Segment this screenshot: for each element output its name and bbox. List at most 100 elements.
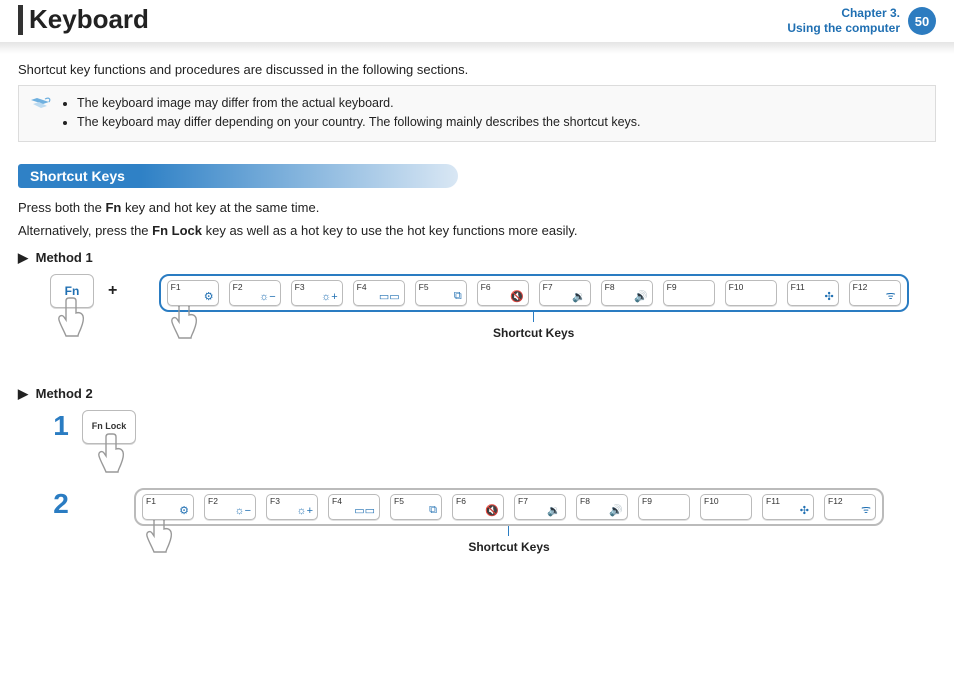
header-divider: [0, 42, 954, 54]
fkey-icon: ☼−: [234, 505, 251, 517]
fkey-f8: F8🔊: [576, 494, 628, 520]
chapter-label: Chapter 3. Using the computer: [787, 6, 900, 36]
fkey-f12: F12 ᯤ: [849, 280, 901, 306]
method1-text: Method 1: [36, 250, 93, 265]
shortcut-keys-caption: Shortcut Keys: [468, 540, 549, 554]
fkey-label: F7: [543, 282, 553, 292]
fkey-label: F4: [357, 282, 367, 292]
caption-tick: [533, 312, 534, 322]
fkey-icon: 🔇: [510, 290, 524, 303]
arrow-icon: ▶: [18, 386, 28, 401]
fkey-icon: ᯤ: [861, 502, 871, 517]
method1-label: ▶ Method 1: [18, 250, 936, 266]
note-box: The keyboard image may differ from the a…: [18, 85, 936, 142]
fkey-icon: 🔉: [547, 504, 561, 517]
intro-text: Shortcut key functions and procedures ar…: [18, 62, 936, 77]
fkey-icon: ☼+: [296, 505, 313, 517]
fkey-label: F11: [766, 496, 780, 506]
fkey-f11: F11✣: [762, 494, 814, 520]
fkey-strip-method1: F1 ⚙ F2☼− F3 ☼+ F4▭▭ F5⧉ F6 🔇 F7 🔉 F8 🔊 F9 F10 F11 ✣ F12 ᯤ: [159, 274, 909, 312]
fnlock-block: Fn Lock: [82, 410, 136, 444]
note-item: The keyboard may differ depending on you…: [77, 113, 641, 132]
fkey-label: F12: [828, 496, 843, 506]
fkey-label: F8: [605, 282, 615, 292]
chapter-line1: Chapter 3.: [787, 6, 900, 21]
fkey-label: F1: [146, 496, 156, 506]
shortcut-keys-caption: Shortcut Keys: [493, 326, 574, 340]
fkey-label: F12: [853, 282, 868, 292]
fkey-f10: F10: [725, 280, 777, 306]
caption-wrap: Shortcut Keys: [493, 312, 574, 340]
fkey-label: F5: [394, 496, 404, 506]
text: key and hot key at the same time.: [121, 200, 319, 215]
fkey-f1: F1 ⚙: [167, 280, 219, 306]
header-left: Keyboard: [18, 4, 149, 35]
header-right: Chapter 3. Using the computer 50: [787, 4, 936, 36]
fkey-f3: F3 ☼+: [266, 494, 318, 520]
fkey-label: F6: [456, 496, 466, 506]
fkey-label: F6: [481, 282, 491, 292]
fkey-strip-method2: F1⚙F2☼−F3☼+F4▭▭F5⧉F6🔇F7🔉F8🔊F9F10F11✣F12ᯤ: [134, 488, 884, 526]
fkey-icon: ⧉: [429, 504, 437, 517]
method2-strip-area: F1⚙F2☼−F3☼+F4▭▭F5⧉F6🔇F7🔉F8🔊F9F10F11✣F12ᯤ…: [82, 488, 936, 554]
step-number-2: 2: [46, 488, 76, 520]
fkey-f12: F12 ᯤ: [824, 494, 876, 520]
fnlock-key-label: Fn Lock: [92, 422, 127, 431]
hand-press-icon: [56, 296, 90, 340]
fkey-icon: 🔉: [572, 290, 586, 303]
fkey-icon: ✣: [824, 290, 833, 303]
fkey-f5: F5 ⧉: [390, 494, 442, 520]
fkey-f6: F6 🔇: [452, 494, 504, 520]
fkey-icon: ▭▭: [354, 504, 375, 517]
fkey-f4: F4▭▭: [353, 280, 405, 306]
fkey-icon: ☼+: [321, 291, 338, 303]
page-number-badge: 50: [908, 7, 936, 35]
fkey-f9: F9: [638, 494, 690, 520]
fn-key-block: Fn: [50, 274, 94, 308]
fkey-f3: F3 ☼+: [291, 280, 343, 306]
fkey-f7: F7🔉: [514, 494, 566, 520]
section-heading-shortcut-keys: Shortcut Keys: [18, 164, 458, 188]
step-number-1: 1: [46, 410, 76, 442]
fkey-f2: F2 ☼−: [204, 494, 256, 520]
text: Press both the: [18, 200, 105, 215]
method2-step2: 2 F1⚙F2☼−F3☼+F4▭▭F5⧉F6🔇F7🔉F8🔊F9F10F11✣F1…: [46, 488, 936, 554]
note-icon: [29, 94, 51, 121]
fkey-label: F2: [208, 496, 218, 506]
chapter-line2: Using the computer: [787, 21, 900, 36]
fkey-f6: F6 🔇: [477, 280, 529, 306]
fkey-f2: F2☼−: [229, 280, 281, 306]
fkey-icon: ⚙: [204, 290, 214, 303]
fkey-f1: F1 ⚙: [142, 494, 194, 520]
note-item: The keyboard image may differ from the a…: [77, 94, 641, 113]
text: key as well as a hot key to use the hot …: [202, 223, 578, 238]
fkey-icon: ⧉: [454, 290, 462, 303]
page-header: Keyboard Chapter 3. Using the computer 5…: [18, 0, 936, 42]
fkey-label: F3: [270, 496, 280, 506]
fkey-icon: ᯤ: [886, 288, 896, 303]
section-line2: Alternatively, press the Fn Lock key as …: [18, 223, 936, 238]
fkey-f9: F9: [663, 280, 715, 306]
text: Alternatively, press the: [18, 223, 152, 238]
fkey-f7: F7 🔉: [539, 280, 591, 306]
method1-row: Fn + F1 ⚙ F2☼− F3 ☼+ F4▭▭ F5⧉ F6 🔇 F7 🔉 F8 🔊 F9 F10 F11…: [18, 274, 936, 340]
fkey-label: F9: [667, 282, 677, 292]
fkey-f8: F8 🔊: [601, 280, 653, 306]
page-title: Keyboard: [29, 4, 149, 35]
fkey-icon: ⚙: [179, 504, 189, 517]
caption-tick: [508, 526, 509, 536]
hand-press-icon: [96, 432, 130, 476]
fkey-label: F3: [295, 282, 305, 292]
fkey-icon: 🔊: [609, 504, 623, 517]
method1-strip-area: F1 ⚙ F2☼− F3 ☼+ F4▭▭ F5⧉ F6 🔇 F7 🔉 F8 🔊 F9 F10 F11 ✣ F12 ᯤ…: [131, 274, 936, 340]
title-bar-accent: [18, 5, 23, 35]
fkey-icon: 🔊: [634, 290, 648, 303]
fkey-f5: F5⧉: [415, 280, 467, 306]
method2-text: Method 2: [36, 386, 93, 401]
fkey-icon: 🔇: [485, 504, 499, 517]
fkey-label: F1: [171, 282, 181, 292]
fkey-label: F10: [704, 496, 719, 506]
fkey-f11: F11 ✣: [787, 280, 839, 306]
fkey-label: F11: [791, 282, 805, 292]
plus-sign: +: [108, 282, 117, 300]
